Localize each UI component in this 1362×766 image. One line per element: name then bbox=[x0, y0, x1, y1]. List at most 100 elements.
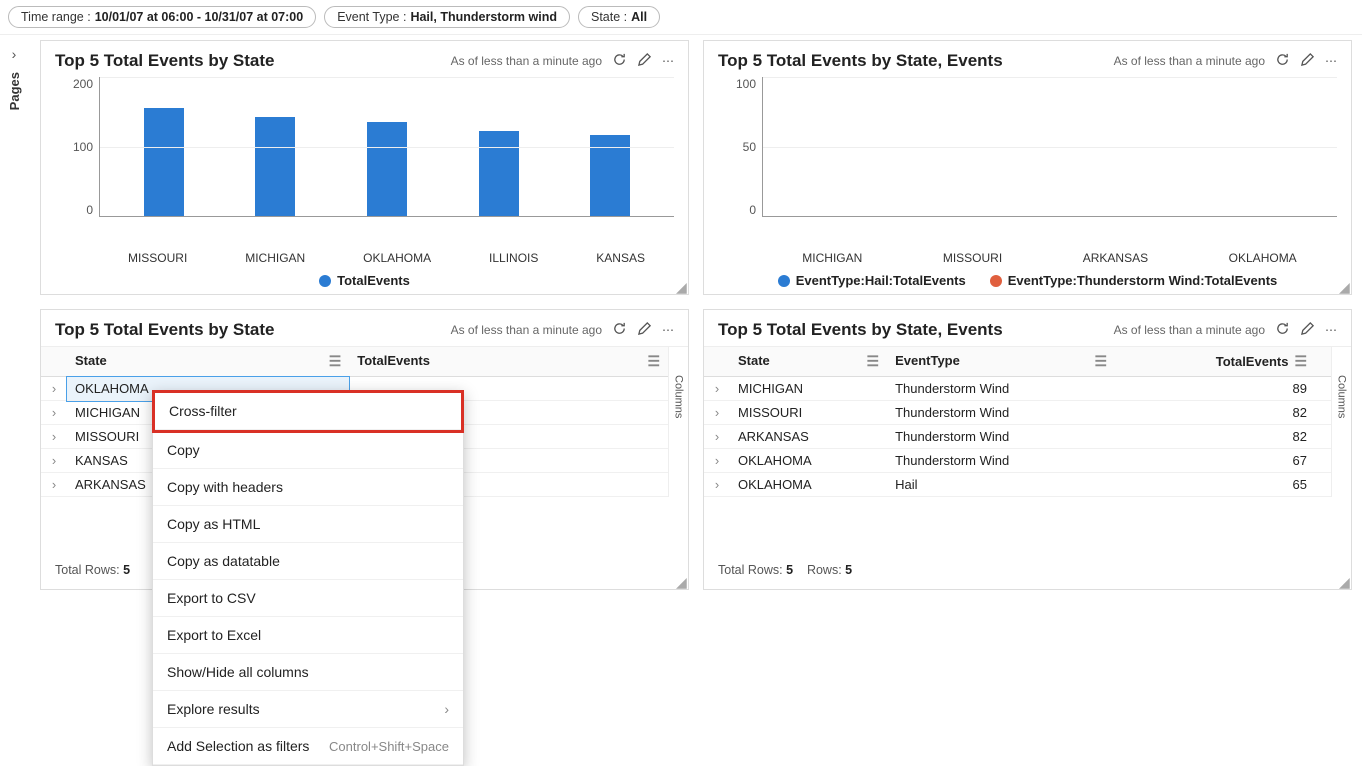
filter-label: Event Type : bbox=[337, 10, 406, 24]
results-table[interactable]: State☰ EventType☰ TotalEvents☰ ›MICHIGAN… bbox=[704, 347, 1331, 497]
x-tick: MICHIGAN bbox=[802, 251, 862, 265]
edit-icon[interactable] bbox=[637, 52, 652, 70]
expand-icon[interactable]: › bbox=[704, 473, 730, 497]
cell-type[interactable]: Thunderstorm Wind bbox=[887, 449, 1115, 473]
context-menu: Cross-filter Copy Copy with headers Copy… bbox=[152, 390, 464, 766]
columns-panel-toggle[interactable]: Columns bbox=[1331, 347, 1351, 497]
table-row[interactable]: ›OKLAHOMAThunderstorm Wind67 bbox=[704, 449, 1331, 473]
table-row[interactable]: ›ARKANSASThunderstorm Wind82 bbox=[704, 425, 1331, 449]
bar[interactable] bbox=[367, 122, 407, 216]
table-row[interactable]: ›MISSOURIThunderstorm Wind82 bbox=[704, 401, 1331, 425]
filter-value: Hail, Thunderstorm wind bbox=[410, 10, 557, 24]
cell-type[interactable]: Thunderstorm Wind bbox=[887, 377, 1115, 401]
table-row[interactable]: ›OKLAHOMAHail65 bbox=[704, 473, 1331, 497]
menu-copy-datatable[interactable]: Copy as datatable bbox=[153, 543, 463, 580]
legend-label: EventType:Thunderstorm Wind:TotalEvents bbox=[1008, 273, 1278, 288]
cell-state[interactable]: OKLAHOMA bbox=[730, 473, 887, 497]
expand-icon[interactable]: › bbox=[704, 425, 730, 449]
asof-text: As of less than a minute ago bbox=[1114, 54, 1265, 68]
column-menu-icon[interactable]: ☰ bbox=[329, 353, 342, 370]
expand-icon[interactable]: › bbox=[704, 401, 730, 425]
cell-state[interactable]: ARKANSAS bbox=[730, 425, 887, 449]
footer-label: Total Rows: bbox=[718, 563, 786, 577]
menu-copy-html[interactable]: Copy as HTML bbox=[153, 506, 463, 543]
menu-export-csv[interactable]: Export to CSV bbox=[153, 580, 463, 617]
legend-item[interactable]: EventType:Hail:TotalEvents bbox=[778, 273, 966, 288]
menu-add-selection-filters[interactable]: Add Selection as filters Control+Shift+S… bbox=[153, 728, 463, 765]
column-menu-icon[interactable]: ☰ bbox=[867, 353, 880, 370]
col-header-state[interactable]: State☰ bbox=[730, 347, 887, 377]
chevron-right-icon: › bbox=[12, 46, 17, 62]
cell-type[interactable]: Thunderstorm Wind bbox=[887, 425, 1115, 449]
cell-state[interactable]: OKLAHOMA bbox=[730, 449, 887, 473]
resize-handle[interactable]: ◢ bbox=[1339, 577, 1349, 587]
menu-cross-filter[interactable]: Cross-filter bbox=[155, 393, 461, 430]
plot-area[interactable] bbox=[762, 77, 1337, 217]
expand-icon[interactable]: › bbox=[704, 449, 730, 473]
edit-icon[interactable] bbox=[1300, 52, 1315, 70]
col-header-eventtype[interactable]: EventType☰ bbox=[887, 347, 1115, 377]
expand-icon[interactable]: › bbox=[41, 377, 67, 401]
column-menu-icon[interactable]: ☰ bbox=[647, 353, 660, 370]
cell-state[interactable]: MISSOURI bbox=[730, 401, 887, 425]
cell-state[interactable]: MICHIGAN bbox=[730, 377, 887, 401]
menu-export-excel[interactable]: Export to Excel bbox=[153, 617, 463, 654]
col-header-totalevents[interactable]: TotalEvents☰ bbox=[349, 347, 668, 377]
filter-event-type[interactable]: Event Type : Hail, Thunderstorm wind bbox=[324, 6, 570, 28]
refresh-icon[interactable] bbox=[1275, 321, 1290, 339]
expand-icon[interactable]: › bbox=[41, 401, 67, 425]
legend-item[interactable]: TotalEvents bbox=[319, 273, 410, 288]
edit-icon[interactable] bbox=[1300, 321, 1315, 339]
table-row[interactable]: ›MICHIGANThunderstorm Wind89 bbox=[704, 377, 1331, 401]
resize-handle[interactable]: ◢ bbox=[676, 282, 686, 292]
filter-state[interactable]: State : All bbox=[578, 6, 660, 28]
plot-area[interactable] bbox=[99, 77, 674, 217]
expand-icon[interactable]: › bbox=[41, 449, 67, 473]
cell-total[interactable]: 67 bbox=[1115, 449, 1331, 473]
resize-handle[interactable]: ◢ bbox=[1339, 282, 1349, 292]
refresh-icon[interactable] bbox=[612, 321, 627, 339]
column-menu-icon[interactable]: ☰ bbox=[1294, 353, 1307, 369]
cell-total[interactable]: 89 bbox=[1115, 377, 1331, 401]
resize-handle[interactable]: ◢ bbox=[676, 577, 686, 587]
column-menu-icon[interactable]: ☰ bbox=[1094, 353, 1107, 370]
more-icon[interactable]: ⋯ bbox=[662, 323, 674, 337]
cell-total[interactable]: 82 bbox=[1115, 425, 1331, 449]
edit-icon[interactable] bbox=[637, 321, 652, 339]
bar[interactable] bbox=[255, 117, 295, 216]
menu-copy[interactable]: Copy bbox=[153, 432, 463, 469]
more-icon[interactable]: ⋯ bbox=[1325, 54, 1337, 68]
menu-copy-headers[interactable]: Copy with headers bbox=[153, 469, 463, 506]
cell-type[interactable]: Thunderstorm Wind bbox=[887, 401, 1115, 425]
cell-total[interactable]: 65 bbox=[1115, 473, 1331, 497]
cell-type[interactable]: Hail bbox=[887, 473, 1115, 497]
swatch-icon bbox=[990, 275, 1002, 287]
refresh-icon[interactable] bbox=[612, 52, 627, 70]
pages-panel-toggle[interactable]: › Pages bbox=[0, 42, 28, 142]
refresh-icon[interactable] bbox=[1275, 52, 1290, 70]
bar[interactable] bbox=[479, 131, 519, 216]
more-icon[interactable]: ⋯ bbox=[1325, 323, 1337, 337]
expand-icon[interactable]: › bbox=[41, 473, 67, 497]
menu-explore-results[interactable]: Explore results › bbox=[153, 691, 463, 728]
tile-actions: As of less than a minute ago ⋯ bbox=[451, 321, 674, 339]
cell-total[interactable]: 82 bbox=[1115, 401, 1331, 425]
bar[interactable] bbox=[144, 108, 184, 216]
tile-actions: As of less than a minute ago ⋯ bbox=[451, 52, 674, 70]
filter-time-range[interactable]: Time range : 10/01/07 at 06:00 - 10/31/0… bbox=[8, 6, 316, 28]
col-header-totalevents[interactable]: TotalEvents☰ bbox=[1115, 347, 1331, 377]
x-tick: ILLINOIS bbox=[489, 251, 538, 265]
columns-label: Columns bbox=[1336, 375, 1348, 418]
shortcut-text: Control+Shift+Space bbox=[329, 739, 449, 754]
tile-header: Top 5 Total Events by State, Events As o… bbox=[704, 320, 1351, 340]
columns-panel-toggle[interactable]: Columns bbox=[668, 347, 688, 497]
col-header-state[interactable]: State☰ bbox=[67, 347, 349, 377]
legend-item[interactable]: EventType:Thunderstorm Wind:TotalEvents bbox=[990, 273, 1278, 288]
menu-show-hide-columns[interactable]: Show/Hide all columns bbox=[153, 654, 463, 691]
more-icon[interactable]: ⋯ bbox=[662, 54, 674, 68]
y-axis: 100 50 0 bbox=[718, 77, 762, 217]
footer-rows-value: 5 bbox=[845, 563, 852, 577]
legend: TotalEvents bbox=[55, 273, 674, 288]
expand-icon[interactable]: › bbox=[704, 377, 730, 401]
expand-icon[interactable]: › bbox=[41, 425, 67, 449]
